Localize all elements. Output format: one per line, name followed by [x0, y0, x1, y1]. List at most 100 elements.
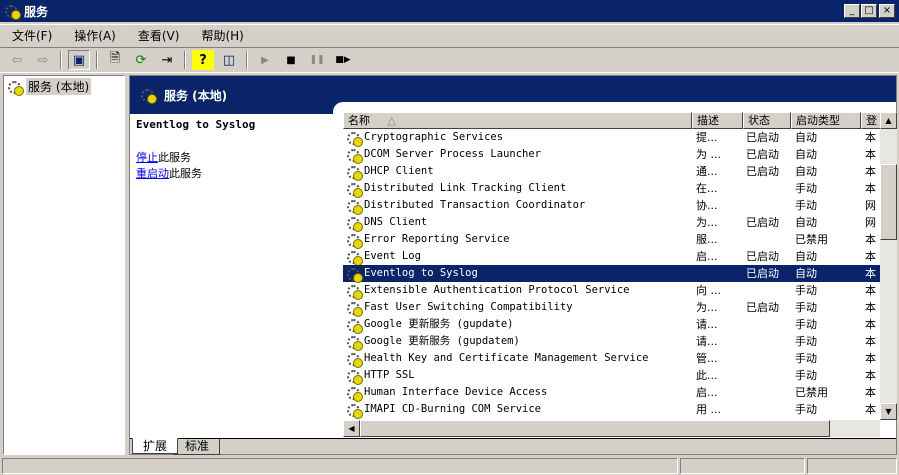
service-name: Eventlog to Syslog [364, 267, 478, 279]
service-row[interactable]: DCOM Server Process Launcher 为 ... 已启动 自… [343, 146, 880, 164]
help-icon[interactable]: ? [192, 50, 214, 70]
properties-icon[interactable]: 🗎 [104, 50, 126, 70]
service-name: Human Interface Device Access [364, 386, 548, 398]
service-icon [346, 131, 363, 147]
scroll-left-button[interactable]: ◀ [343, 420, 360, 437]
service-startup-type: 自动 [795, 131, 817, 144]
toolbar-separator [96, 51, 98, 69]
service-name: DCOM Server Process Launcher [364, 148, 542, 160]
service-name: Extensible Authentication Protocol Servi… [364, 284, 630, 296]
menu-view[interactable]: 查看(V) [138, 27, 180, 44]
scroll-up-button[interactable]: ▲ [880, 112, 897, 129]
services-icon [4, 4, 21, 20]
pause-service-icon[interactable]: ❚❚ [306, 50, 328, 70]
export-list-icon[interactable]: ⇥ [156, 50, 178, 70]
start-service-icon[interactable]: ▶ [254, 50, 276, 70]
tab-standard[interactable]: 标准 [174, 439, 221, 455]
service-row[interactable]: Distributed Link Tracking Client 在... 手动… [343, 180, 880, 198]
service-description: 提... [696, 131, 718, 144]
service-icon [346, 301, 363, 317]
service-logon: 本 [865, 182, 876, 195]
back-arrow-icon[interactable]: ⇦ [6, 50, 28, 70]
restart-service-link[interactable]: 重启动 [136, 167, 169, 180]
close-button[interactable]: × [879, 4, 895, 18]
restart-link-suffix: 此服务 [169, 167, 202, 180]
service-status: 已启动 [746, 131, 779, 144]
service-logon: 网 [865, 216, 876, 229]
service-row[interactable]: IMAPI CD-Burning COM Service 用 ... 手动 本 [343, 401, 880, 419]
column-header-status[interactable]: 状态 [743, 112, 791, 129]
service-row[interactable]: Error Reporting Service 服... 已禁用 本 [343, 231, 880, 249]
tree-item-services-local[interactable]: 服务 (本地) [4, 76, 124, 97]
service-row[interactable]: DNS Client 为... 已启动 自动 网 [343, 214, 880, 232]
service-name: Event Log [364, 250, 421, 262]
service-logon: 本 [865, 148, 876, 161]
column-header-startup-type[interactable]: 启动类型 [791, 112, 861, 129]
menu-file[interactable]: 文件(F) [12, 27, 52, 44]
service-icon [346, 216, 363, 232]
scroll-thumb[interactable] [360, 420, 830, 437]
service-row[interactable]: DHCP Client 通... 已启动 自动 本 [343, 163, 880, 181]
service-row[interactable]: Human Interface Device Access 启... 已禁用 本 [343, 384, 880, 402]
show-hide-tree-icon[interactable]: ▣ [68, 50, 90, 70]
horizontal-scrollbar[interactable]: ◀ [343, 420, 880, 437]
maximize-button[interactable]: □ [861, 4, 877, 18]
menu-help[interactable]: 帮助(H) [201, 27, 243, 44]
service-logon: 本 [865, 250, 876, 263]
service-icon [346, 182, 363, 198]
service-icon [346, 403, 363, 419]
service-description: 启... [696, 250, 718, 263]
service-row[interactable]: HTTP SSL 此... 手动 本 [343, 367, 880, 385]
menu-action[interactable]: 操作(A) [74, 27, 116, 44]
column-header-name[interactable]: 名称 △ [343, 112, 692, 129]
service-row[interactable]: Cryptographic Services 提... 已启动 自动 本 [343, 129, 880, 147]
service-logon: 本 [865, 267, 876, 280]
service-row[interactable]: Event Log 启... 已启动 自动 本 [343, 248, 880, 266]
service-description: 服... [696, 233, 718, 246]
restart-service-icon[interactable]: ■▶ [332, 50, 354, 70]
column-header-description[interactable]: 描述 [692, 112, 743, 129]
service-startup-type: 自动 [795, 216, 817, 229]
window-title: 服务 [24, 4, 49, 19]
service-description: 用 ... [696, 403, 721, 416]
refresh-icon[interactable]: ⟳ [130, 50, 152, 70]
status-panel [680, 458, 805, 474]
service-row[interactable]: Extensible Authentication Protocol Servi… [343, 282, 880, 300]
toolbar: ⇦ ⇨ ▣ 🗎 ⟳ ⇥ ? ◫ ▶ ■ ❚❚ ■▶ [0, 47, 899, 73]
service-row[interactable]: Google 更新服务 (gupdate) 请... 手动 本 [343, 316, 880, 334]
tab-extended[interactable]: 扩展 [132, 438, 179, 454]
service-description: 管... [696, 352, 718, 365]
stop-link-suffix: 此服务 [158, 151, 191, 164]
service-icon [346, 352, 363, 368]
toolbar-separator [60, 51, 62, 69]
forward-arrow-icon[interactable]: ⇨ [32, 50, 54, 70]
show-hide-action-pane-icon[interactable]: ◫ [218, 50, 240, 70]
service-name: Fast User Switching Compatibility [364, 301, 573, 313]
minimize-button[interactable]: _ [844, 4, 860, 18]
column-header-logon[interactable]: 登 [861, 112, 880, 129]
services-icon [7, 80, 24, 96]
service-startup-type: 自动 [795, 165, 817, 178]
service-row[interactable]: Health Key and Certificate Management Se… [343, 350, 880, 368]
scroll-thumb[interactable] [880, 164, 897, 240]
stop-service-link[interactable]: 停止 [136, 151, 158, 164]
service-icon [346, 284, 363, 300]
service-status: 已启动 [746, 267, 779, 280]
title-bar: 服务 [0, 0, 899, 22]
scroll-down-button[interactable]: ▼ [880, 403, 897, 420]
service-startup-type: 手动 [795, 182, 817, 195]
service-description: 为... [696, 216, 718, 229]
service-row[interactable]: Fast User Switching Compatibility 为... 已… [343, 299, 880, 317]
service-description: 向 ... [696, 284, 721, 297]
stop-service-icon[interactable]: ■ [280, 50, 302, 70]
vertical-scrollbar[interactable]: ▲ ▼ [880, 112, 897, 420]
service-row[interactable]: Google 更新服务 (gupdatem) 请... 手动 本 [343, 333, 880, 351]
service-startup-type: 自动 [795, 148, 817, 161]
service-row[interactable]: Eventlog to Syslog 已启动 自动 本 [343, 265, 880, 283]
service-icon [346, 267, 363, 283]
service-row[interactable]: Distributed Transaction Coordinator 协...… [343, 197, 880, 215]
service-icon [346, 233, 363, 249]
service-startup-type: 手动 [795, 403, 817, 416]
service-description: 请... [696, 335, 718, 348]
service-name: HTTP SSL [364, 369, 415, 381]
